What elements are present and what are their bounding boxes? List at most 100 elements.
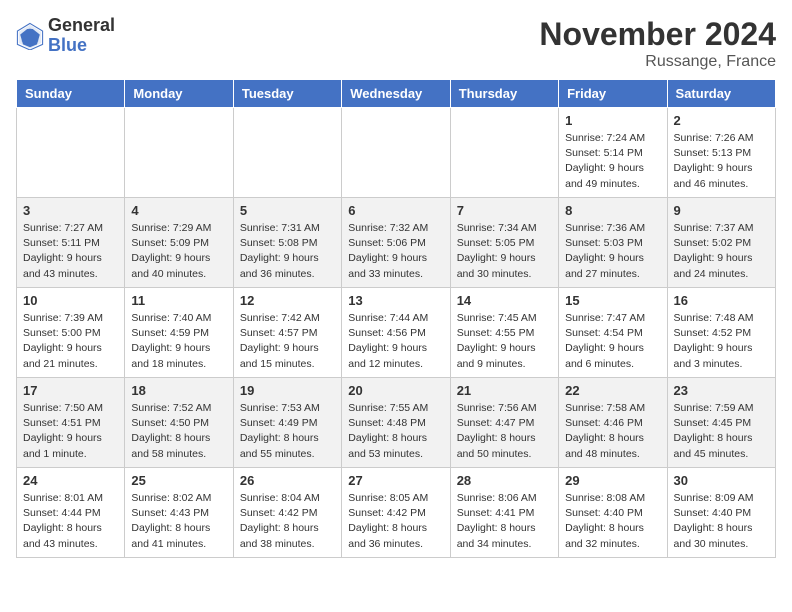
calendar-cell: 12 Sunrise: 7:42 AMSunset: 4:57 PMDayligh…: [233, 288, 341, 378]
day-number: 26: [240, 473, 335, 488]
day-number: 10: [23, 293, 118, 308]
day-info: Sunrise: 7:39 AMSunset: 5:00 PMDaylight:…: [23, 311, 118, 372]
day-number: 17: [23, 383, 118, 398]
calendar-cell: [125, 108, 233, 198]
day-number: 3: [23, 203, 118, 218]
logo-general: General: [48, 16, 115, 36]
location-title: Russange, France: [539, 53, 776, 71]
calendar-cell: [233, 108, 341, 198]
day-number: 30: [674, 473, 769, 488]
calendar-cell: 14 Sunrise: 7:45 AMSunset: 4:55 PMDayligh…: [450, 288, 558, 378]
calendar-cell: 7 Sunrise: 7:34 AMSunset: 5:05 PMDaylight…: [450, 198, 558, 288]
day-info: Sunrise: 7:27 AMSunset: 5:11 PMDaylight:…: [23, 221, 118, 282]
day-number: 29: [565, 473, 660, 488]
day-number: 1: [565, 113, 660, 128]
calendar-cell: 6 Sunrise: 7:32 AMSunset: 5:06 PMDaylight…: [342, 198, 450, 288]
day-info: Sunrise: 8:04 AMSunset: 4:42 PMDaylight:…: [240, 491, 335, 552]
week-row-5: 24 Sunrise: 8:01 AMSunset: 4:44 PMDayligh…: [17, 468, 776, 558]
logo-blue: Blue: [48, 36, 115, 56]
calendar-table: SundayMondayTuesdayWednesdayThursdayFrid…: [16, 79, 776, 558]
calendar-cell: 23 Sunrise: 7:59 AMSunset: 4:45 PMDayligh…: [667, 378, 775, 468]
day-info: Sunrise: 7:58 AMSunset: 4:46 PMDaylight:…: [565, 401, 660, 462]
day-number: 25: [131, 473, 226, 488]
day-info: Sunrise: 7:50 AMSunset: 4:51 PMDaylight:…: [23, 401, 118, 462]
day-info: Sunrise: 8:06 AMSunset: 4:41 PMDaylight:…: [457, 491, 552, 552]
calendar-cell: 21Sunrise: 7:56 AMSunset: 4:47 PMDayligh…: [450, 378, 558, 468]
logo-icon: [16, 22, 44, 50]
day-info: Sunrise: 7:48 AMSunset: 4:52 PMDaylight:…: [674, 311, 769, 372]
calendar-cell: 1 Sunrise: 7:24 AMSunset: 5:14 PMDaylight…: [559, 108, 667, 198]
day-info: Sunrise: 7:26 AMSunset: 5:13 PMDaylight:…: [674, 131, 769, 192]
day-info: Sunrise: 7:29 AMSunset: 5:09 PMDaylight:…: [131, 221, 226, 282]
day-info: Sunrise: 7:24 AMSunset: 5:14 PMDaylight:…: [565, 131, 660, 192]
day-info: Sunrise: 7:32 AMSunset: 5:06 PMDaylight:…: [348, 221, 443, 282]
month-title: November 2024: [539, 16, 776, 53]
day-info: Sunrise: 7:45 AMSunset: 4:55 PMDaylight:…: [457, 311, 552, 372]
day-number: 23: [674, 383, 769, 398]
calendar-cell: 30 Sunrise: 8:09 AMSunset: 4:40 PMDayligh…: [667, 468, 775, 558]
day-number: 6: [348, 203, 443, 218]
calendar-cell: 27Sunrise: 8:05 AMSunset: 4:42 PMDayligh…: [342, 468, 450, 558]
day-number: 12: [240, 293, 335, 308]
day-info: Sunrise: 7:59 AMSunset: 4:45 PMDaylight:…: [674, 401, 769, 462]
calendar-cell: 5 Sunrise: 7:31 AMSunset: 5:08 PMDaylight…: [233, 198, 341, 288]
day-number: 9: [674, 203, 769, 218]
week-row-2: 3 Sunrise: 7:27 AMSunset: 5:11 PMDaylight…: [17, 198, 776, 288]
weekday-header-tuesday: Tuesday: [233, 80, 341, 108]
calendar-cell: 26 Sunrise: 8:04 AMSunset: 4:42 PMDayligh…: [233, 468, 341, 558]
day-info: Sunrise: 7:34 AMSunset: 5:05 PMDaylight:…: [457, 221, 552, 282]
weekday-header-thursday: Thursday: [450, 80, 558, 108]
day-number: 11: [131, 293, 226, 308]
day-info: Sunrise: 8:09 AMSunset: 4:40 PMDaylight:…: [674, 491, 769, 552]
weekday-header-monday: Monday: [125, 80, 233, 108]
day-info: Sunrise: 8:02 AMSunset: 4:43 PMDaylight:…: [131, 491, 226, 552]
logo: General Blue: [16, 16, 115, 56]
title-section: November 2024 Russange, France: [539, 16, 776, 71]
day-info: Sunrise: 7:37 AMSunset: 5:02 PMDaylight:…: [674, 221, 769, 282]
day-info: Sunrise: 7:55 AMSunset: 4:48 PMDaylight:…: [348, 401, 443, 462]
calendar-cell: 9 Sunrise: 7:37 AMSunset: 5:02 PMDaylight…: [667, 198, 775, 288]
day-number: 28: [457, 473, 552, 488]
calendar-cell: 3 Sunrise: 7:27 AMSunset: 5:11 PMDaylight…: [17, 198, 125, 288]
day-info: Sunrise: 7:44 AMSunset: 4:56 PMDaylight:…: [348, 311, 443, 372]
day-info: Sunrise: 8:01 AMSunset: 4:44 PMDaylight:…: [23, 491, 118, 552]
calendar-cell: [17, 108, 125, 198]
calendar-cell: 11Sunrise: 7:40 AMSunset: 4:59 PMDayligh…: [125, 288, 233, 378]
day-number: 5: [240, 203, 335, 218]
day-number: 22: [565, 383, 660, 398]
calendar-cell: 4 Sunrise: 7:29 AMSunset: 5:09 PMDaylight…: [125, 198, 233, 288]
calendar-cell: 10 Sunrise: 7:39 AMSunset: 5:00 PMDayligh…: [17, 288, 125, 378]
day-info: Sunrise: 7:31 AMSunset: 5:08 PMDaylight:…: [240, 221, 335, 282]
day-number: 24: [23, 473, 118, 488]
calendar-cell: [450, 108, 558, 198]
calendar-cell: 25 Sunrise: 8:02 AMSunset: 4:43 PMDayligh…: [125, 468, 233, 558]
calendar-cell: 2 Sunrise: 7:26 AMSunset: 5:13 PMDaylight…: [667, 108, 775, 198]
calendar-cell: 17 Sunrise: 7:50 AMSunset: 4:51 PMDayligh…: [17, 378, 125, 468]
weekday-header-saturday: Saturday: [667, 80, 775, 108]
day-number: 2: [674, 113, 769, 128]
day-number: 19: [240, 383, 335, 398]
day-info: Sunrise: 7:47 AMSunset: 4:54 PMDaylight:…: [565, 311, 660, 372]
calendar-cell: 8 Sunrise: 7:36 AMSunset: 5:03 PMDaylight…: [559, 198, 667, 288]
week-row-4: 17 Sunrise: 7:50 AMSunset: 4:51 PMDayligh…: [17, 378, 776, 468]
day-number: 15: [565, 293, 660, 308]
weekday-header-wednesday: Wednesday: [342, 80, 450, 108]
calendar-cell: 24 Sunrise: 8:01 AMSunset: 4:44 PMDayligh…: [17, 468, 125, 558]
day-number: 4: [131, 203, 226, 218]
day-number: 8: [565, 203, 660, 218]
week-row-1: 1 Sunrise: 7:24 AMSunset: 5:14 PMDaylight…: [17, 108, 776, 198]
day-number: 14: [457, 293, 552, 308]
day-number: 18: [131, 383, 226, 398]
calendar-cell: 18Sunrise: 7:52 AMSunset: 4:50 PMDayligh…: [125, 378, 233, 468]
weekday-header-sunday: Sunday: [17, 80, 125, 108]
day-info: Sunrise: 8:05 AMSunset: 4:42 PMDaylight:…: [348, 491, 443, 552]
day-number: 16: [674, 293, 769, 308]
calendar-cell: 22 Sunrise: 7:58 AMSunset: 4:46 PMDayligh…: [559, 378, 667, 468]
calendar-cell: 19Sunrise: 7:53 AMSunset: 4:49 PMDayligh…: [233, 378, 341, 468]
day-info: Sunrise: 7:56 AMSunset: 4:47 PMDaylight:…: [457, 401, 552, 462]
day-number: 7: [457, 203, 552, 218]
day-info: Sunrise: 7:36 AMSunset: 5:03 PMDaylight:…: [565, 221, 660, 282]
day-info: Sunrise: 7:42 AMSunset: 4:57 PMDaylight:…: [240, 311, 335, 372]
weekday-header-friday: Friday: [559, 80, 667, 108]
week-row-3: 10 Sunrise: 7:39 AMSunset: 5:00 PMDayligh…: [17, 288, 776, 378]
